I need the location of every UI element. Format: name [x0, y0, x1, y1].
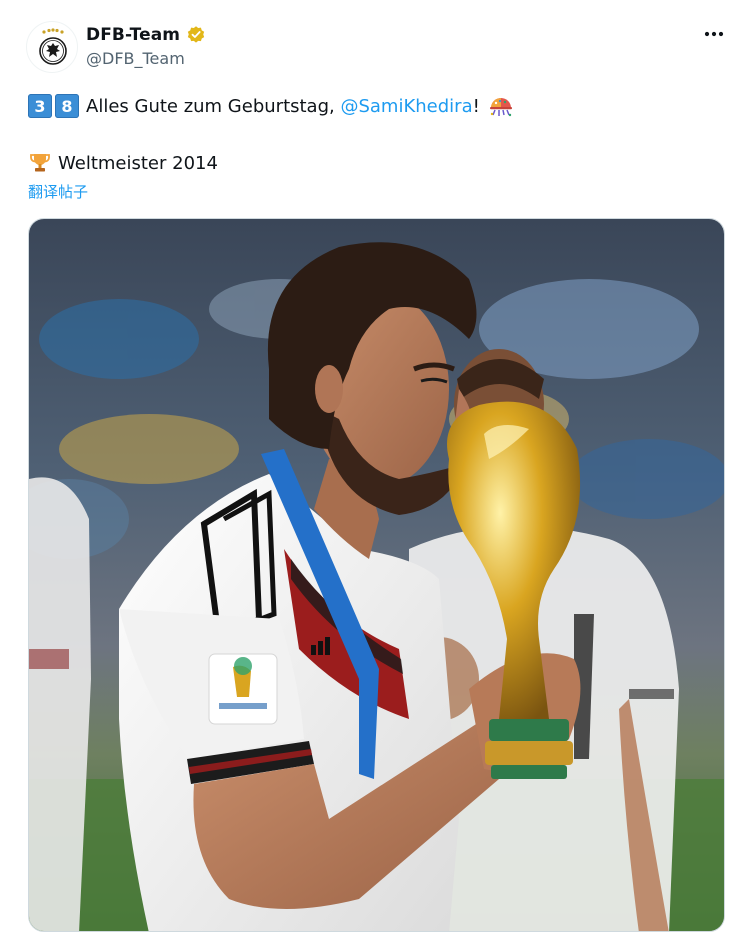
photo-player-kissing-trophy — [29, 219, 724, 931]
display-name[interactable]: DFB-Team — [86, 25, 180, 45]
keycap-3-icon: 3 — [28, 94, 52, 118]
tweet-photo[interactable] — [28, 218, 725, 932]
verified-badge-icon — [186, 25, 206, 45]
confetti-ball-icon — [488, 94, 514, 118]
trophy-icon — [28, 151, 52, 175]
more-dots-icon — [704, 31, 724, 37]
translate-post-link[interactable]: 翻译帖子 — [28, 181, 88, 202]
avatar[interactable] — [26, 21, 78, 73]
dfb-eagle-crest-icon — [39, 28, 67, 65]
tweet-text-weltmeister: Weltmeister 2014 — [58, 152, 218, 174]
author-handle[interactable]: @DFB_Team — [86, 49, 185, 68]
keycap-8-icon: 8 — [55, 94, 79, 118]
tweet-text-part2: ! — [472, 95, 480, 117]
tweet-text-part1: Alles Gute zum Geburtstag, — [86, 95, 341, 117]
author-name-row: DFB-Team — [86, 24, 206, 46]
mention-link[interactable]: @SamiKhedira — [340, 96, 472, 117]
more-options-button[interactable] — [698, 22, 730, 46]
tweet-text-line-1: 3 8 Alles Gute zum Geburtstag, @SamiKhed… — [28, 92, 514, 120]
tweet-card: DFB-Team @DFB_Team 3 8 Alles Gute zum Ge… — [0, 0, 750, 948]
tweet-text-line-2: Weltmeister 2014 — [28, 150, 218, 176]
